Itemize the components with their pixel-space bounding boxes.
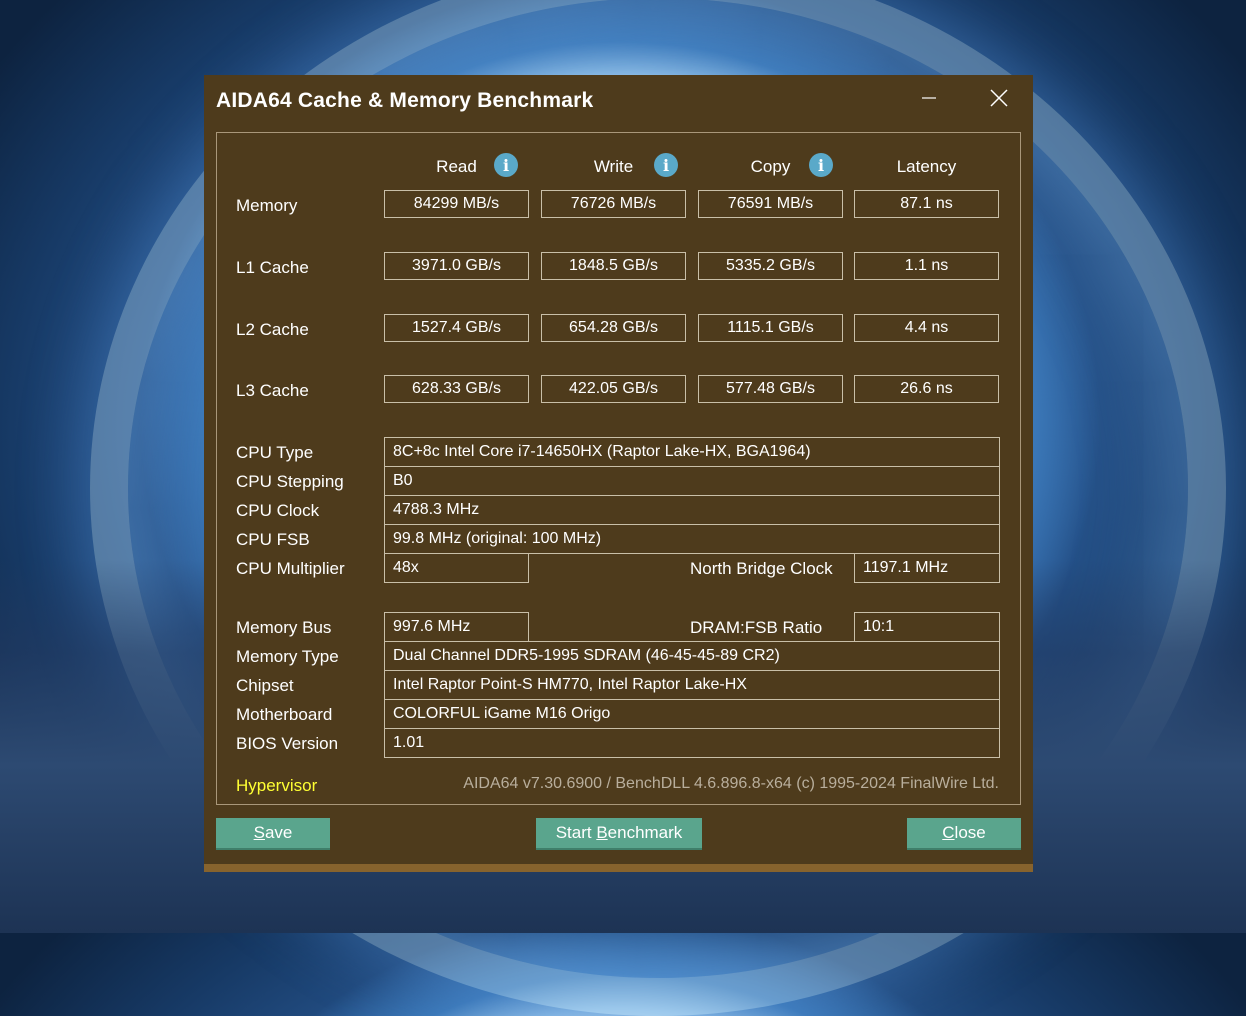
cpu-fsb-label: CPU FSB bbox=[236, 530, 310, 549]
row-label-l3-cache: L3 Cache bbox=[236, 381, 309, 400]
minimize-button[interactable] bbox=[909, 83, 949, 113]
save-button[interactable]: Save bbox=[216, 818, 330, 850]
row-label-memory: Memory bbox=[236, 196, 298, 215]
info-icon[interactable]: i bbox=[654, 153, 678, 177]
minimize-icon bbox=[922, 97, 936, 99]
memory-latency-value: 87.1 ns bbox=[854, 190, 999, 218]
l3-write-value: 422.05 GB/s bbox=[541, 375, 686, 403]
start-label-rest: enchmark bbox=[607, 823, 683, 842]
row-label-l1-cache: L1 Cache bbox=[236, 258, 309, 277]
close-icon bbox=[990, 89, 1008, 107]
l3-latency-value: 26.6 ns bbox=[854, 375, 999, 403]
start-benchmark-button[interactable]: Start Benchmark bbox=[536, 818, 702, 850]
benchmark-window: AIDA64 Cache & Memory Benchmark Read i W… bbox=[204, 75, 1033, 872]
cpu-stepping-label: CPU Stepping bbox=[236, 472, 344, 491]
close-button[interactable]: Close bbox=[907, 818, 1021, 850]
save-mnemonic: S bbox=[253, 823, 265, 842]
row-label-l2-cache: L2 Cache bbox=[236, 320, 309, 339]
motherboard-value: COLORFUL iGame M16 Origo bbox=[384, 699, 1000, 729]
memory-copy-value: 76591 MB/s bbox=[698, 190, 843, 218]
memory-type-label: Memory Type bbox=[236, 647, 339, 666]
cpu-clock-value: 4788.3 MHz bbox=[384, 495, 1000, 525]
window-close-button[interactable] bbox=[979, 83, 1019, 113]
info-icon[interactable]: i bbox=[809, 153, 833, 177]
cpu-stepping-value: B0 bbox=[384, 466, 1000, 496]
cpu-multiplier-label: CPU Multiplier bbox=[236, 559, 345, 578]
l1-copy-value: 5335.2 GB/s bbox=[698, 252, 843, 280]
title-bar[interactable]: AIDA64 Cache & Memory Benchmark bbox=[204, 75, 1033, 125]
l1-latency-value: 1.1 ns bbox=[854, 252, 999, 280]
memory-bus-label: Memory Bus bbox=[236, 618, 332, 637]
window-title: AIDA64 Cache & Memory Benchmark bbox=[216, 89, 594, 112]
dram-fsb-ratio-label: DRAM:FSB Ratio bbox=[690, 618, 823, 637]
memory-read-value: 84299 MB/s bbox=[384, 190, 529, 218]
north-bridge-clock-value: 1197.1 MHz bbox=[854, 553, 1000, 583]
close-label-rest: lose bbox=[954, 823, 986, 842]
l3-copy-value: 577.48 GB/s bbox=[698, 375, 843, 403]
cpu-fsb-value: 99.8 MHz (original: 100 MHz) bbox=[384, 524, 1000, 554]
chipset-value: Intel Raptor Point-S HM770, Intel Raptor… bbox=[384, 670, 1000, 700]
memory-bus-value: 997.6 MHz bbox=[384, 612, 529, 642]
cpu-type-value: 8C+8c Intel Core i7-14650HX (Raptor Lake… bbox=[384, 437, 1000, 467]
copyright-text: AIDA64 v7.30.6900 / BenchDLL 4.6.896.8-x… bbox=[463, 775, 999, 792]
chipset-label: Chipset bbox=[236, 676, 294, 695]
bios-version-label: BIOS Version bbox=[236, 734, 339, 753]
l2-latency-value: 4.4 ns bbox=[854, 314, 999, 342]
hypervisor-label: Hypervisor bbox=[236, 776, 318, 795]
l1-write-value: 1848.5 GB/s bbox=[541, 252, 686, 280]
motherboard-label: Motherboard bbox=[236, 705, 333, 724]
l2-write-value: 654.28 GB/s bbox=[541, 314, 686, 342]
l1-read-value: 3971.0 GB/s bbox=[384, 252, 529, 280]
window-bottom-strip bbox=[204, 864, 1033, 872]
cpu-clock-label: CPU Clock bbox=[236, 501, 320, 520]
save-label-rest: ave bbox=[264, 823, 293, 842]
info-icon[interactable]: i bbox=[494, 153, 518, 177]
bios-version-value: 1.01 bbox=[384, 728, 1000, 758]
north-bridge-clock-label: North Bridge Clock bbox=[690, 559, 833, 578]
memory-type-value: Dual Channel DDR5-1995 SDRAM (46-45-45-8… bbox=[384, 641, 1000, 671]
dram-fsb-ratio-value: 10:1 bbox=[854, 612, 1000, 642]
l3-read-value: 628.33 GB/s bbox=[384, 375, 529, 403]
l2-read-value: 1527.4 GB/s bbox=[384, 314, 529, 342]
memory-write-value: 76726 MB/s bbox=[541, 190, 686, 218]
cpu-multiplier-value: 48x bbox=[384, 553, 529, 583]
start-label-pre: Start bbox=[555, 823, 597, 842]
start-mnemonic: B bbox=[596, 823, 608, 842]
column-header-latency: Latency bbox=[896, 157, 957, 176]
cpu-type-label: CPU Type bbox=[236, 443, 314, 462]
close-mnemonic: C bbox=[942, 823, 955, 842]
l2-copy-value: 1115.1 GB/s bbox=[698, 314, 843, 342]
